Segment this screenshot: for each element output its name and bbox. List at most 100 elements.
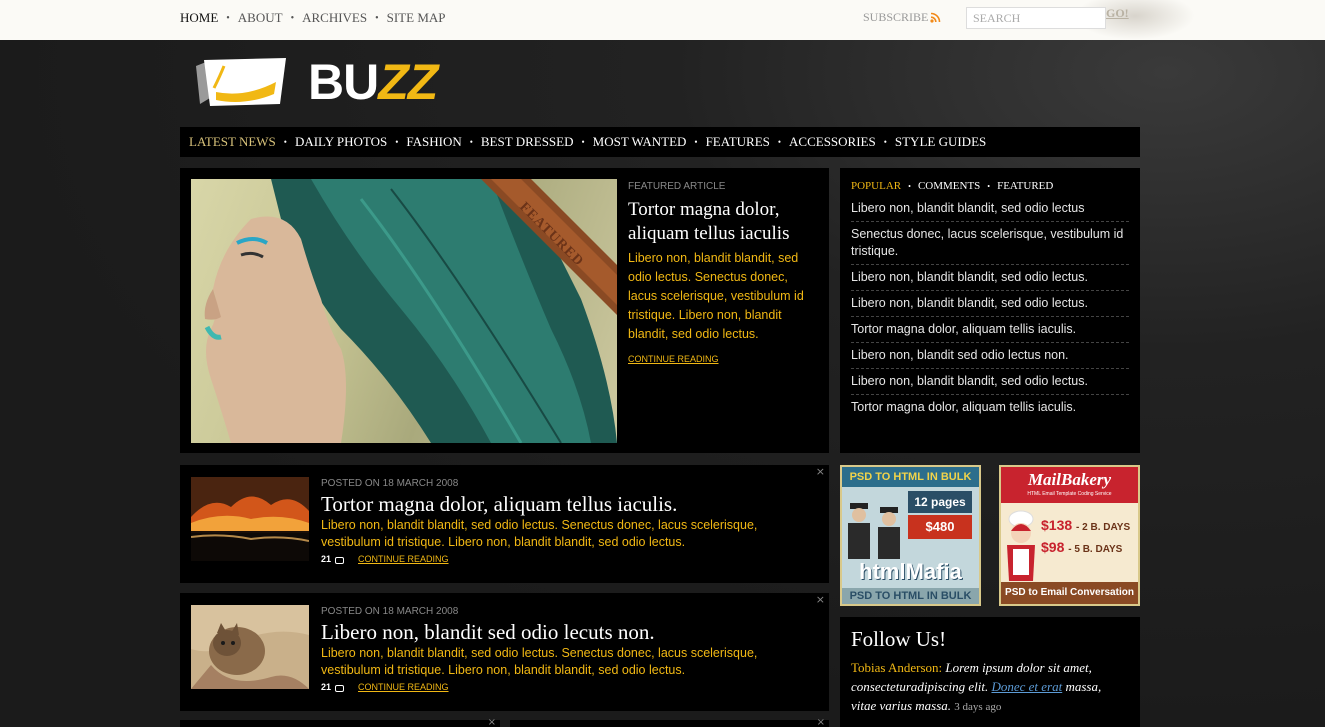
tweet-link[interactable]: Donec et erat (991, 679, 1062, 694)
list-item[interactable]: Tortor magna dolor, aliquam tellis iacul… (851, 317, 1129, 343)
mainnav-accessories[interactable]: ACCESSORIES (789, 134, 876, 150)
mafia-figures-icon (848, 503, 900, 559)
follow-title: Follow Us! (851, 627, 947, 651)
mainnav-features[interactable]: FEATURES (706, 134, 770, 150)
comment-icon (335, 556, 345, 564)
ad2-price-1-days: - 2 B. DAYS (1076, 522, 1131, 533)
post-card: × POSTED ON 18 MARCH 2008 Tortor magna d… (180, 465, 829, 583)
ad2-price-2-days: - 5 B. DAYS (1068, 544, 1123, 555)
tab-separator: • (908, 181, 911, 191)
tweet-time: 3 days ago (954, 701, 1002, 713)
ad2-brand: MailBakery (1001, 467, 1138, 503)
list-item[interactable]: Libero non, blandit blandit, sed odio le… (851, 265, 1129, 291)
logo-mark-icon (196, 58, 286, 106)
list-item[interactable]: Libero non, blandit blandit, sed odio le… (851, 291, 1129, 317)
post-continue-link[interactable]: CONTINUE READING (358, 554, 449, 564)
mainnav-daily-photos[interactable]: DAILY PHOTOS (295, 134, 387, 150)
mainnav-best-dressed[interactable]: BEST DRESSED (481, 134, 574, 150)
topnav-about-link[interactable]: ABOUT (238, 10, 283, 26)
featured-excerpt: Libero non, blandit blandit, sed odio le… (628, 251, 804, 341)
search-go-button[interactable]: GO! (1106, 6, 1129, 21)
mainnav-style-guides[interactable]: STYLE GUIDES (895, 134, 986, 150)
post-title[interactable]: Tortor magna dolor, aliquam tellus iacul… (321, 491, 816, 517)
ad-htmlmafia[interactable]: PSD TO HTML IN BULK 12 pages $480 htmlMa… (840, 465, 981, 606)
list-item[interactable]: Libero non, blandit sed odio lectus non. (851, 343, 1129, 369)
tab-featured[interactable]: FEATURED (997, 180, 1053, 192)
subscribe-label: SUBSCRIBE (863, 10, 929, 24)
top-nav: HOME • ABOUT • ARCHIVES • SITE MAP (180, 10, 446, 26)
topnav-archives-link[interactable]: ARCHIVES (302, 10, 367, 26)
logo-text-yellow: ZZ (378, 54, 438, 110)
post-continue-link[interactable]: CONTINUE READING (358, 682, 449, 692)
post-thumbnail[interactable] (191, 477, 309, 561)
mainnav-most-wanted[interactable]: MOST WANTED (593, 134, 687, 150)
mainnav-separator: • (883, 137, 887, 147)
mainnav-separator: • (395, 137, 399, 147)
mainnav-separator: • (581, 137, 585, 147)
ad-mailbakery[interactable]: MailBakery HTML Email Template Coding Se… (999, 465, 1140, 606)
mainnav-fashion[interactable]: FASHION (406, 134, 461, 150)
post-meta-date: POSTED ON 18 MARCH 2008 (321, 606, 459, 617)
ad1-top-banner: PSD TO HTML IN BULK (842, 467, 979, 487)
post-card: × POSTED ON 18 MARCH 2008 Libero non, bl… (180, 593, 829, 711)
mainnav-separator: • (694, 137, 698, 147)
list-item[interactable]: Tortor magna dolor, aliquam tellis iacul… (851, 395, 1129, 420)
close-icon[interactable]: × (816, 593, 825, 606)
next-post-strip: × (180, 717, 500, 727)
tab-popular[interactable]: POPULAR (851, 180, 901, 192)
follow-us-panel: Follow Us! Tobias Anderson: Lorem ipsum … (840, 617, 1140, 727)
tab-separator: • (987, 181, 991, 191)
mainnav-latest-news[interactable]: LATEST NEWS (189, 134, 276, 150)
list-item[interactable]: Libero non, blandit blandit, sed odio le… (851, 196, 1129, 222)
subscribe-link[interactable]: SUBSCRIBE (863, 10, 941, 25)
mainnav-separator: • (283, 137, 287, 147)
sidebar-popular-panel: POPULAR • COMMENTS • FEATURED Libero non… (840, 168, 1140, 453)
close-icon[interactable]: × (816, 465, 825, 478)
topnav-sitemap-link[interactable]: SITE MAP (387, 10, 446, 26)
post-body: POSTED ON 18 MARCH 2008 Tortor magna dol… (321, 478, 816, 564)
ad2-price-2-amount: $98 (1041, 539, 1065, 555)
post-title[interactable]: Libero non, blandit sed odio lecuts non. (321, 619, 816, 645)
logo-text-white: BU (308, 54, 379, 110)
mainnav-separator: • (469, 137, 473, 147)
post-footer: 21 CONTINUE READING (321, 554, 816, 564)
main-nav: LATEST NEWS • DAILY PHOTOS • FASHION • B… (180, 127, 1140, 157)
post-excerpt: Libero non, blandit blandit, sed odio le… (321, 646, 758, 677)
featured-title[interactable]: Tortor magna dolor, aliquam tellus iacul… (628, 198, 818, 246)
rss-icon (930, 12, 941, 23)
topnav-separator: • (375, 12, 379, 24)
ad2-price-1: $138 - 2 B. DAYS (1041, 517, 1130, 533)
baker-girl-icon (1007, 510, 1035, 581)
tab-comments[interactable]: COMMENTS (918, 180, 980, 192)
tweet: Tobias Anderson: Lorem ipsum dolor sit a… (851, 658, 1129, 717)
comment-count[interactable]: 21 (321, 682, 331, 692)
site-logo[interactable]: BUZZ (190, 52, 438, 112)
featured-label: FEATURED ARTICLE (628, 181, 726, 192)
ad1-pages: 12 pages (908, 491, 972, 513)
ad2-bottom-banner: PSD to Email Conversation (1001, 582, 1138, 604)
featured-article: FEATURED FEATURED ARTICLE Tortor magna d… (180, 168, 829, 453)
search-input[interactable] (966, 7, 1106, 29)
close-icon[interactable]: × (488, 717, 496, 727)
list-item[interactable]: Libero non, blandit blandit, sed odio le… (851, 369, 1129, 395)
mainnav-separator: • (777, 137, 782, 147)
featured-continue-link[interactable]: CONTINUE READING (628, 354, 818, 364)
featured-image[interactable]: FEATURED (191, 179, 617, 443)
topnav-separator: • (226, 12, 230, 24)
next-post-strip: × (510, 717, 829, 727)
list-item[interactable]: Senectus donec, lacus scelerisque, vesti… (851, 222, 1129, 265)
post-thumbnail[interactable] (191, 605, 309, 689)
ad2-tagline: HTML Email Template Coding Service (1027, 491, 1112, 497)
tweet-author[interactable]: Tobias Anderson: (851, 660, 942, 675)
close-icon[interactable]: × (817, 717, 825, 727)
featured-text: FEATURED ARTICLE Tortor magna dolor, ali… (628, 181, 818, 364)
ad1-brand: htmlMafia (859, 559, 962, 584)
comment-count[interactable]: 21 (321, 554, 331, 564)
topnav-separator: • (290, 12, 295, 24)
top-bar: HOME • ABOUT • ARCHIVES • SITE MAP SUBSC… (0, 0, 1325, 40)
topnav-home-link[interactable]: HOME (180, 10, 218, 26)
sidebar-tabs: POPULAR • COMMENTS • FEATURED (851, 180, 1129, 192)
ad2-price-1-amount: $138 (1041, 517, 1073, 533)
post-body: POSTED ON 18 MARCH 2008 Libero non, blan… (321, 606, 816, 692)
post-excerpt: Libero non, blandit blandit, sed odio le… (321, 518, 758, 549)
